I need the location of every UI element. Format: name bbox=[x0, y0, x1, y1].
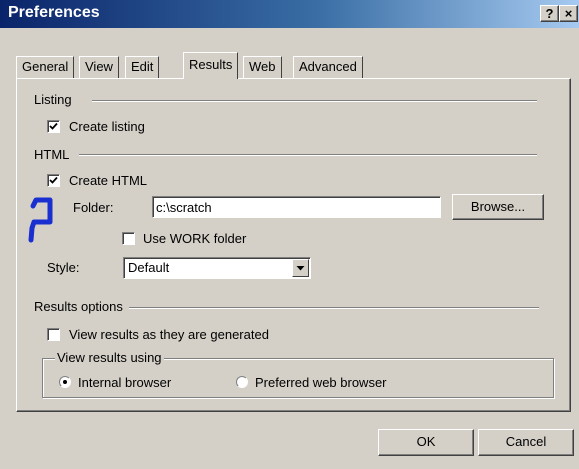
internal-browser-label[interactable]: Internal browser bbox=[78, 375, 171, 390]
style-select-value: Default bbox=[128, 260, 170, 275]
tab-view[interactable]: View bbox=[79, 56, 119, 78]
view-as-generated-checkbox[interactable] bbox=[47, 328, 60, 341]
help-button[interactable]: ? bbox=[540, 5, 559, 22]
blue-bracket-mark-icon bbox=[28, 197, 53, 243]
html-separator bbox=[79, 154, 537, 156]
window-title: Preferences bbox=[8, 4, 100, 21]
style-label: Style: bbox=[47, 260, 80, 275]
listing-separator bbox=[92, 100, 537, 102]
view-as-generated-label[interactable]: View results as they are generated bbox=[69, 327, 269, 342]
create-html-checkbox[interactable] bbox=[47, 174, 60, 187]
internal-browser-radio[interactable] bbox=[59, 376, 71, 388]
use-work-folder-label[interactable]: Use WORK folder bbox=[143, 231, 246, 246]
preferred-browser-radio[interactable] bbox=[236, 376, 248, 388]
style-dropdown-button[interactable] bbox=[292, 259, 309, 277]
tab-web[interactable]: Web bbox=[243, 56, 282, 78]
tab-general[interactable]: General bbox=[16, 56, 75, 78]
results-options-separator bbox=[129, 307, 539, 309]
results-options-heading: Results options bbox=[34, 299, 123, 314]
style-select[interactable]: Default bbox=[123, 257, 311, 279]
create-listing-checkbox[interactable] bbox=[47, 120, 60, 133]
tab-results[interactable]: Results bbox=[183, 52, 239, 79]
ok-button[interactable]: OK bbox=[378, 429, 474, 456]
cancel-button[interactable]: Cancel bbox=[478, 429, 574, 456]
html-heading: HTML bbox=[34, 147, 70, 162]
title-bar: Preferences ? × bbox=[0, 0, 579, 28]
use-work-folder-checkbox[interactable] bbox=[122, 232, 135, 245]
create-listing-label[interactable]: Create listing bbox=[69, 119, 145, 134]
tab-edit[interactable]: Edit bbox=[125, 56, 160, 78]
folder-input[interactable] bbox=[152, 196, 441, 218]
tab-advanced[interactable]: Advanced bbox=[293, 56, 363, 78]
folder-label: Folder: bbox=[73, 200, 114, 215]
check-icon bbox=[49, 176, 58, 184]
browse-button[interactable]: Browse... bbox=[452, 194, 544, 220]
radio-dot bbox=[63, 380, 67, 384]
results-tab-panel: Listing Create listing HTML Create HTML … bbox=[16, 78, 571, 412]
close-button[interactable]: × bbox=[559, 5, 578, 22]
preferred-browser-label[interactable]: Preferred web browser bbox=[255, 375, 387, 390]
listing-heading: Listing bbox=[34, 92, 72, 107]
check-icon bbox=[49, 122, 58, 130]
create-html-label[interactable]: Create HTML bbox=[69, 173, 147, 188]
view-results-using-legend: View results using bbox=[55, 350, 164, 365]
chevron-down-icon bbox=[296, 266, 305, 271]
